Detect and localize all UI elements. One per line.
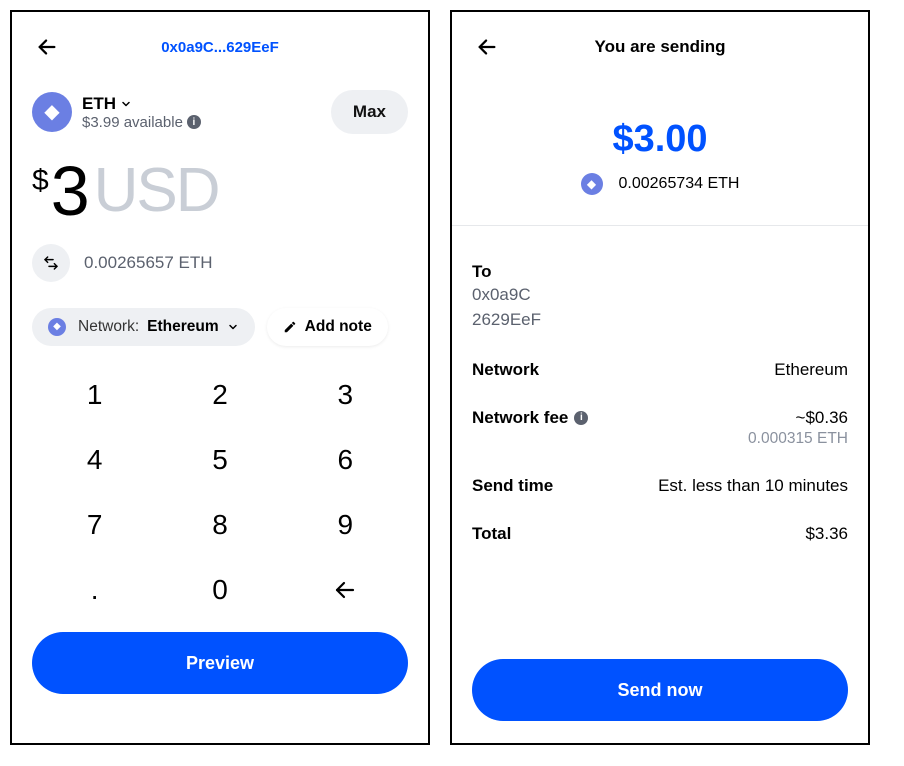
available-balance: $3.99 available i (82, 114, 331, 131)
header: 0x0a9C...629EeF (32, 32, 408, 62)
max-button[interactable]: Max (331, 90, 408, 134)
keypad-backspace[interactable] (283, 557, 408, 622)
arrow-left-icon (333, 578, 357, 602)
arrow-left-icon (476, 36, 498, 58)
currency-sign: $ (32, 164, 49, 198)
keypad-4[interactable]: 4 (32, 427, 157, 492)
detail-row-total: Total $3.36 (472, 510, 848, 558)
keypad-0[interactable]: 0 (157, 557, 282, 622)
info-icon[interactable]: i (187, 115, 201, 129)
info-icon[interactable]: i (574, 411, 588, 425)
keypad-2[interactable]: 2 (157, 362, 282, 427)
back-button[interactable] (472, 32, 502, 62)
eth-icon: ◆ (48, 318, 66, 336)
network-chip[interactable]: ◆ Network: Ethereum (32, 308, 255, 346)
eth-icon: ◆ (581, 173, 603, 195)
detail-row-network: Network Ethereum (472, 346, 848, 394)
preview-button[interactable]: Preview (32, 632, 408, 694)
crypto-amount: 0.00265734 ETH (619, 175, 740, 193)
to-label: To (472, 262, 848, 282)
fiat-amount: $3.00 (472, 118, 848, 161)
divider (452, 225, 868, 226)
detail-row-fee: Network fee i ~$0.36 0.000315 ETH (472, 394, 848, 462)
pencil-icon (283, 320, 297, 334)
to-address-line2: 2629EeF (472, 309, 848, 332)
swap-currency-button[interactable] (32, 244, 70, 282)
recipient-address-link[interactable]: 0x0a9C...629EeF (32, 39, 408, 56)
send-now-button[interactable]: Send now (472, 659, 848, 721)
fee-label: Network fee (472, 408, 568, 428)
back-button[interactable] (32, 32, 62, 62)
send-time-label: Send time (472, 476, 553, 496)
fee-value: ~$0.36 (748, 408, 848, 428)
send-time-value: Est. less than 10 minutes (658, 476, 848, 496)
keypad-7[interactable]: 7 (32, 492, 157, 557)
to-address-line1: 0x0a9C (472, 284, 848, 307)
eth-icon: ◆ (32, 92, 72, 132)
keypad-9[interactable]: 9 (283, 492, 408, 557)
token-symbol: ETH (82, 94, 116, 114)
token-selector-row: ◆ ETH $3.99 available i Max (32, 90, 408, 134)
token-selector[interactable]: ETH (82, 94, 331, 114)
numeric-keypad: 1 2 3 4 5 6 7 8 9 . 0 (32, 362, 408, 622)
detail-row-send-time: Send time Est. less than 10 minutes (472, 462, 848, 510)
keypad-8[interactable]: 8 (157, 492, 282, 557)
send-amount-screen: 0x0a9C...629EeF ◆ ETH $3.99 available i … (10, 10, 430, 745)
fee-crypto-value: 0.000315 ETH (748, 430, 848, 448)
amount-value: 3 (51, 156, 88, 226)
chevron-down-icon (120, 98, 132, 110)
swap-icon (43, 255, 59, 271)
page-title: You are sending (595, 37, 726, 57)
total-label: Total (472, 524, 511, 544)
add-note-button[interactable]: Add note (267, 308, 388, 346)
network-chip-value: Ethereum (147, 318, 219, 336)
chevron-down-icon (227, 321, 239, 333)
header: You are sending (472, 32, 848, 62)
amount-summary: $3.00 ◆ 0.00265734 ETH (472, 118, 848, 195)
keypad-6[interactable]: 6 (283, 427, 408, 492)
currency-code: USD (94, 160, 219, 222)
detail-row-to: To 0x0a9C 2629EeF (472, 248, 848, 346)
arrow-left-icon (36, 36, 58, 58)
network-value: Ethereum (774, 360, 848, 380)
network-label: Network (472, 360, 539, 380)
add-note-label: Add note (305, 318, 372, 336)
keypad-1[interactable]: 1 (32, 362, 157, 427)
send-confirmation-screen: You are sending $3.00 ◆ 0.00265734 ETH T… (450, 10, 870, 745)
keypad-3[interactable]: 3 (283, 362, 408, 427)
keypad-5[interactable]: 5 (157, 427, 282, 492)
total-value: $3.36 (805, 524, 848, 544)
keypad-decimal[interactable]: . (32, 557, 157, 622)
amount-display: $ 3 USD (32, 156, 408, 226)
transaction-details: To 0x0a9C 2629EeF Network Ethereum Netwo… (472, 248, 848, 558)
network-chip-label: Network: (78, 318, 139, 336)
crypto-amount-display: 0.00265657 ETH (84, 253, 213, 273)
